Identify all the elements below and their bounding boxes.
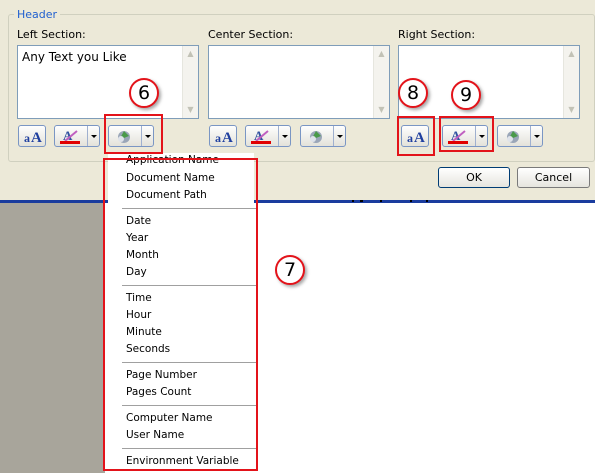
callout-8: 8: [398, 78, 428, 108]
scroll-up-icon[interactable]: ▲: [375, 47, 388, 61]
callout-6: 6: [129, 78, 159, 108]
menu-item-document-name[interactable]: Document Name: [126, 172, 215, 184]
insert-field-button-right[interactable]: [497, 125, 543, 147]
menu-item-computer-name[interactable]: Computer Name: [126, 412, 213, 424]
insert-field-menu: Application Name Document Name Document …: [108, 153, 256, 470]
svg-text:A: A: [31, 130, 42, 144]
menu-item-document-path[interactable]: Document Path: [126, 189, 207, 201]
chevron-down-icon[interactable]: [87, 126, 99, 146]
text-color-button-right[interactable]: A: [442, 125, 488, 147]
menu-separator: [122, 405, 256, 407]
font-button-center[interactable]: aA: [209, 125, 237, 147]
scroll-up-icon[interactable]: ▲: [184, 47, 197, 61]
menu-item-environment-variable[interactable]: Environment Variable: [126, 455, 239, 467]
menu-item-hour[interactable]: Hour: [126, 309, 151, 321]
side-panel: [0, 203, 105, 473]
svg-text:a: a: [24, 131, 30, 144]
ruler-tick: [352, 200, 354, 202]
scroll-up-icon[interactable]: ▲: [565, 47, 578, 61]
insert-field-icon: [507, 131, 519, 143]
font-icon: aA: [24, 130, 42, 144]
right-section-textbox[interactable]: ▲ ▼: [398, 45, 580, 119]
chevron-down-icon[interactable]: [333, 126, 345, 146]
group-title: Header: [14, 8, 61, 21]
menu-item-page-number[interactable]: Page Number: [126, 369, 197, 381]
vertical-scrollbar[interactable]: ▲ ▼: [563, 46, 579, 118]
menu-separator: [122, 362, 256, 364]
center-section-textbox[interactable]: ▲ ▼: [208, 45, 390, 119]
font-button-left[interactable]: aA: [18, 125, 46, 147]
text-color-icon: A: [251, 128, 271, 144]
menu-item-year[interactable]: Year: [126, 232, 148, 244]
menu-item-date[interactable]: Date: [126, 215, 151, 227]
text-color-icon: A: [60, 128, 80, 144]
callout-9: 9: [451, 80, 481, 110]
cancel-button[interactable]: Cancel: [517, 167, 590, 188]
left-section-textbox[interactable]: Any Text you Like ▲ ▼: [17, 45, 199, 119]
text-color-button-left[interactable]: A: [54, 125, 100, 147]
font-button-right[interactable]: aA: [401, 125, 429, 147]
chevron-down-icon[interactable]: [278, 126, 290, 146]
vertical-scrollbar[interactable]: ▲ ▼: [373, 46, 389, 118]
left-section-text: Any Text you Like: [22, 50, 127, 64]
scroll-down-icon[interactable]: ▼: [184, 103, 197, 117]
menu-item-day[interactable]: Day: [126, 266, 147, 278]
menu-item-application-name[interactable]: Application Name: [126, 154, 219, 166]
header-footer-dialog: Header Left Section: Any Text you Like ▲…: [0, 0, 595, 200]
svg-text:a: a: [407, 131, 413, 144]
menu-item-user-name[interactable]: User Name: [126, 429, 184, 441]
menu-separator: [122, 448, 256, 450]
scroll-down-icon[interactable]: ▼: [375, 103, 388, 117]
center-section-label: Center Section:: [208, 28, 294, 41]
scroll-down-icon[interactable]: ▼: [565, 103, 578, 117]
ruler-tick: [426, 200, 428, 202]
font-icon: aA: [215, 130, 233, 144]
text-color-button-center[interactable]: A: [245, 125, 291, 147]
insert-field-icon: [310, 131, 322, 143]
insert-field-button-left[interactable]: [108, 125, 154, 147]
insert-field-icon: [118, 131, 130, 143]
right-section-label: Right Section:: [398, 28, 476, 41]
svg-text:a: a: [215, 131, 221, 144]
menu-separator: [122, 285, 256, 287]
menu-item-time[interactable]: Time: [126, 292, 152, 304]
vertical-scrollbar[interactable]: ▲ ▼: [182, 46, 198, 118]
callout-7: 7: [275, 255, 305, 285]
chevron-down-icon[interactable]: [141, 126, 153, 146]
insert-field-button-center[interactable]: [300, 125, 346, 147]
font-icon: aA: [407, 130, 425, 144]
text-color-icon: A: [448, 128, 468, 144]
ruler-tick: [360, 200, 363, 202]
menu-separator: [122, 208, 256, 210]
menu-item-pages-count[interactable]: Pages Count: [126, 386, 191, 398]
menu-item-seconds[interactable]: Seconds: [126, 343, 170, 355]
ok-button[interactable]: OK: [438, 167, 510, 188]
menu-item-month[interactable]: Month: [126, 249, 159, 261]
menu-item-minute[interactable]: Minute: [126, 326, 162, 338]
ruler-tick: [410, 200, 412, 202]
left-section-label: Left Section:: [17, 28, 86, 41]
chevron-down-icon[interactable]: [475, 126, 487, 146]
chevron-down-icon[interactable]: [530, 126, 542, 146]
svg-text:A: A: [414, 130, 425, 144]
svg-text:A: A: [222, 130, 233, 144]
ruler-tick: [380, 200, 382, 202]
